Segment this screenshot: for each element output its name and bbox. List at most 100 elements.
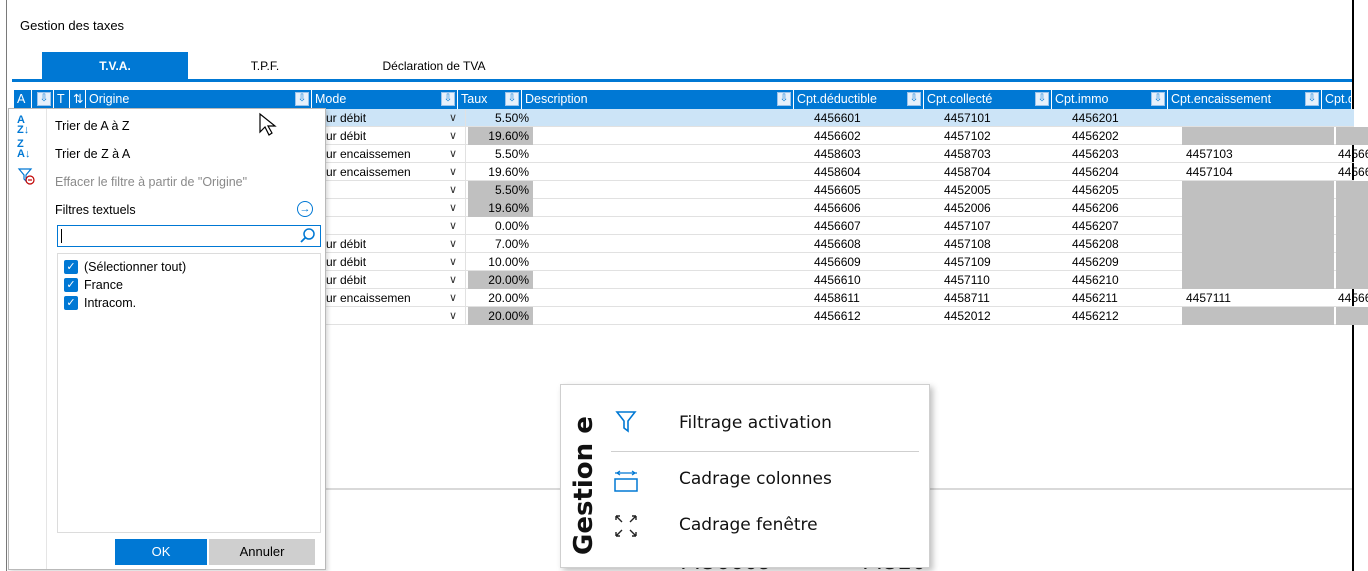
- chevron-down-icon[interactable]: ∨: [449, 253, 457, 271]
- column-header-a[interactable]: A: [14, 90, 32, 109]
- mode-select[interactable]: ∨: [324, 217, 466, 235]
- chevron-down-icon[interactable]: ∨: [449, 109, 457, 127]
- cpt-encaissement-cell[interactable]: [1182, 109, 1334, 127]
- context-item-filter-activation[interactable]: Filtrage activation: [679, 413, 832, 433]
- cpt-collecte-cell[interactable]: 4457110: [940, 271, 1066, 289]
- mode-select[interactable]: ur encaissemen ∨: [324, 145, 466, 163]
- cpt-encaissement-cell[interactable]: [1182, 199, 1334, 217]
- cpt-encaissement-cell[interactable]: [1182, 271, 1334, 289]
- cpt-collecte-cell[interactable]: 4458703: [940, 145, 1066, 163]
- option-label[interactable]: (Sélectionner tout): [84, 260, 186, 274]
- cpt-encaissement-cell[interactable]: [1182, 127, 1334, 145]
- taux-cell[interactable]: 20.00%: [468, 289, 533, 307]
- search-icon[interactable]: [299, 227, 317, 245]
- table-row[interactable]: ∨ 0.00% 4456607 4457107 4456207: [324, 217, 1368, 235]
- cpt-de-cell[interactable]: 44566: [1336, 145, 1368, 163]
- table-row[interactable]: ur encaissemen ∨ 20.00% 4458611 4458711 44562…: [324, 289, 1368, 307]
- cpt-de-cell[interactable]: [1336, 271, 1368, 289]
- cpt-deductible-cell[interactable]: 4458604: [810, 163, 938, 181]
- cpt-collecte-cell[interactable]: 4452006: [940, 199, 1066, 217]
- cpt-deductible-cell[interactable]: 4456612: [810, 307, 938, 325]
- cpt-deductible-cell[interactable]: 4456609: [810, 253, 938, 271]
- column-header-t-sort[interactable]: ⇅: [70, 90, 86, 109]
- clear-filter-item[interactable]: Effacer le filtre à partir de "Origine": [55, 175, 247, 189]
- cpt-encaissement-cell[interactable]: 4457104: [1182, 163, 1334, 181]
- taux-cell[interactable]: 5.50%: [468, 109, 533, 127]
- table-row[interactable]: ur encaissemen ∨ 19.60% 4458604 4458704 44562…: [324, 163, 1368, 181]
- cpt-immo-cell[interactable]: 4456208: [1068, 235, 1168, 253]
- filter-dropdown-icon[interactable]: ⇩: [777, 92, 791, 106]
- column-header-t[interactable]: T: [54, 90, 70, 109]
- mode-select[interactable]: ur débit ∨: [324, 253, 466, 271]
- filter-dropdown-icon[interactable]: ⇩: [37, 92, 51, 106]
- filter-dropdown-icon[interactable]: ⇩: [907, 92, 921, 106]
- column-header-description[interactable]: Description ⇩: [522, 90, 794, 109]
- column-header-cpt-de[interactable]: Cpt.de: [1322, 90, 1352, 109]
- filter-dropdown-icon[interactable]: ⇩: [1151, 92, 1165, 106]
- tab-tva[interactable]: T.V.A.: [42, 52, 188, 80]
- cpt-immo-cell[interactable]: 4456204: [1068, 163, 1168, 181]
- table-row[interactable]: ur débit ∨ 20.00% 4456610 4457110 4456210: [324, 271, 1368, 289]
- cpt-encaissement-cell[interactable]: [1182, 235, 1334, 253]
- cpt-collecte-cell[interactable]: 4458711: [940, 289, 1066, 307]
- taux-cell[interactable]: 20.00%: [468, 271, 533, 289]
- taux-cell[interactable]: 10.00%: [468, 253, 533, 271]
- cpt-deductible-cell[interactable]: 4456601: [810, 109, 938, 127]
- checkbox-intracom[interactable]: ✓: [64, 296, 78, 310]
- cpt-immo-cell[interactable]: 4456209: [1068, 253, 1168, 271]
- tab-declaration-tva[interactable]: Déclaration de TVA: [364, 52, 504, 80]
- cpt-collecte-cell[interactable]: 4452005: [940, 181, 1066, 199]
- column-header-cpt-encaissement[interactable]: Cpt.encaissement ⇩: [1168, 90, 1322, 109]
- tab-tpf[interactable]: T.P.F.: [230, 52, 300, 80]
- taux-cell[interactable]: 5.50%: [468, 181, 533, 199]
- column-header-mode[interactable]: Mode ⇩: [312, 90, 458, 109]
- mode-select[interactable]: ur débit ∨: [324, 271, 466, 289]
- chevron-down-icon[interactable]: ∨: [449, 163, 457, 181]
- cpt-immo-cell[interactable]: 4456203: [1068, 145, 1168, 163]
- cpt-de-cell[interactable]: [1336, 253, 1368, 271]
- mode-select[interactable]: ∨: [324, 181, 466, 199]
- column-header-cpt-collecte[interactable]: Cpt.collecté ⇩: [924, 90, 1052, 109]
- cpt-immo-cell[interactable]: 4456206: [1068, 199, 1168, 217]
- table-row[interactable]: ur débit ∨ 5.50% 4456601 4457101 4456201: [324, 109, 1354, 127]
- cpt-collecte-cell[interactable]: 4457108: [940, 235, 1066, 253]
- cpt-de-cell[interactable]: [1336, 217, 1368, 235]
- chevron-down-icon[interactable]: ∨: [449, 145, 457, 163]
- taux-cell[interactable]: 19.60%: [468, 127, 533, 145]
- cpt-encaissement-cell[interactable]: 4457103: [1182, 145, 1334, 163]
- chevron-down-icon[interactable]: ∨: [449, 307, 457, 325]
- cpt-de-cell[interactable]: [1336, 181, 1368, 199]
- table-row[interactable]: ∨ 5.50% 4456605 4452005 4456205: [324, 181, 1368, 199]
- cpt-collecte-cell[interactable]: 4458704: [940, 163, 1066, 181]
- cpt-de-cell[interactable]: [1336, 199, 1368, 217]
- cpt-de-cell[interactable]: [1336, 127, 1368, 145]
- cpt-deductible-cell[interactable]: 4456602: [810, 127, 938, 145]
- mode-select[interactable]: ∨: [324, 199, 466, 217]
- filter-search-input[interactable]: [57, 225, 321, 247]
- column-header-taux[interactable]: Taux ⇩: [458, 90, 522, 109]
- chevron-down-icon[interactable]: ∨: [449, 127, 457, 145]
- filter-dropdown-icon[interactable]: ⇩: [505, 92, 519, 106]
- cpt-immo-cell[interactable]: 4456211: [1068, 289, 1168, 307]
- chevron-down-icon[interactable]: ∨: [449, 271, 457, 289]
- column-header-cpt-deductible[interactable]: Cpt.déductible ⇩: [794, 90, 924, 109]
- option-label[interactable]: Intracom.: [84, 296, 136, 310]
- checkbox-france[interactable]: ✓: [64, 278, 78, 292]
- chevron-down-icon[interactable]: ∨: [449, 181, 457, 199]
- mode-select[interactable]: ∨: [324, 307, 466, 325]
- taux-cell[interactable]: 7.00%: [468, 235, 533, 253]
- taux-cell[interactable]: 5.50%: [468, 145, 533, 163]
- cpt-deductible-cell[interactable]: 4456606: [810, 199, 938, 217]
- filter-dropdown-icon[interactable]: ⇩: [295, 92, 309, 106]
- taux-cell[interactable]: 19.60%: [468, 163, 533, 181]
- cpt-deductible-cell[interactable]: 4458603: [810, 145, 938, 163]
- cpt-immo-cell[interactable]: 4456212: [1068, 307, 1168, 325]
- table-row[interactable]: ur encaissemen ∨ 5.50% 4458603 4458703 445620…: [324, 145, 1368, 163]
- chevron-down-icon[interactable]: ∨: [449, 289, 457, 307]
- context-item-fit-window[interactable]: Cadrage fenêtre: [679, 515, 818, 535]
- sort-z-a-item[interactable]: Trier de Z à A: [55, 147, 130, 161]
- cpt-deductible-cell[interactable]: 4458611: [810, 289, 938, 307]
- mode-select[interactable]: ur débit ∨: [324, 235, 466, 253]
- checkbox-select-all[interactable]: ✓: [64, 260, 78, 274]
- submenu-arrow-icon[interactable]: →: [297, 201, 313, 217]
